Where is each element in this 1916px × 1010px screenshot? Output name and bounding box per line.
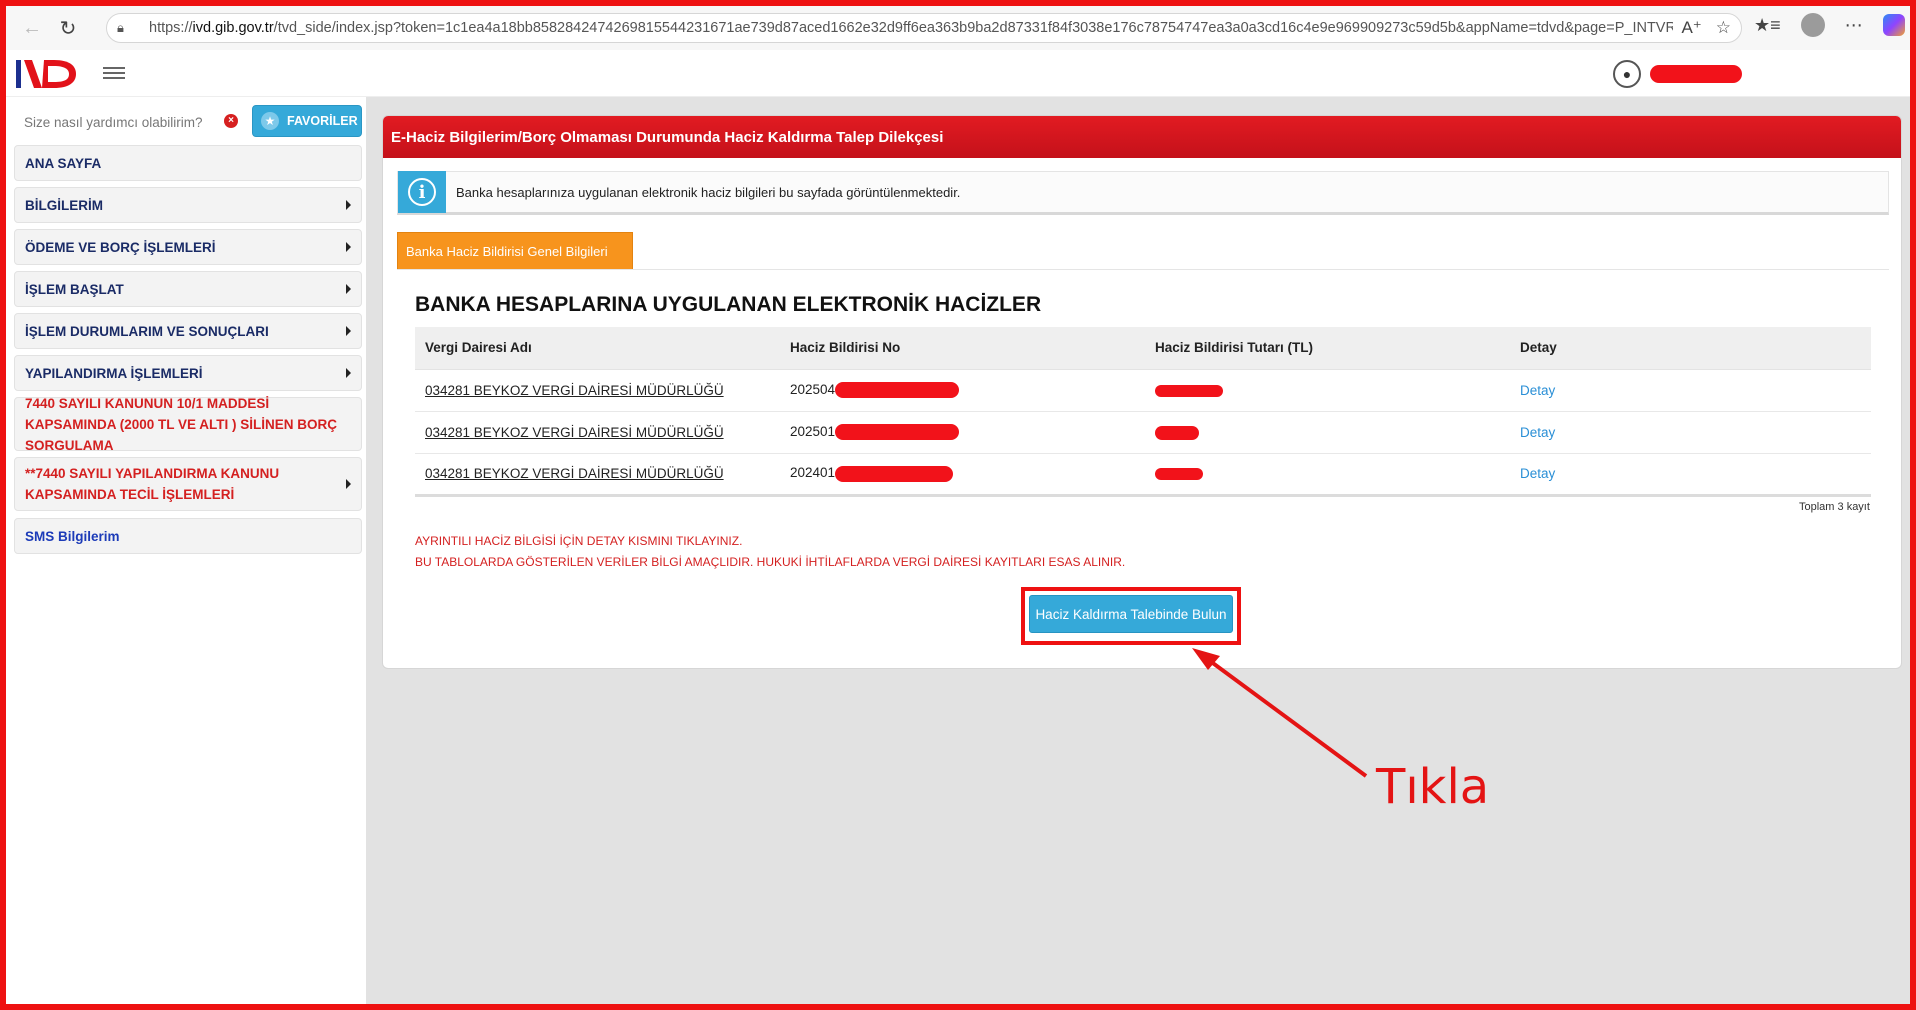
table-header-row: Vergi Dairesi Adı Haciz Bildirisi No Hac… bbox=[415, 327, 1871, 370]
notice-number-cell: 202504 bbox=[780, 369, 1145, 412]
section-title: BANKA HESAPLARINA UYGULANAN ELEKTRONİK H… bbox=[415, 293, 1042, 316]
sidebar-search: × ★ FAVORİLER bbox=[16, 105, 362, 139]
username-redacted bbox=[1650, 65, 1742, 83]
col-header-office: Vergi Dairesi Adı bbox=[415, 327, 780, 370]
app-header: ● bbox=[6, 50, 1910, 97]
favorites-label: FAVORİLER bbox=[287, 114, 358, 128]
caret-right-icon bbox=[346, 479, 351, 489]
detail-link[interactable]: Detay bbox=[1510, 453, 1871, 497]
url-prefix: https:// bbox=[149, 20, 193, 36]
content-panel: E-Haciz Bilgilerim/Borç Olmaması Durumun… bbox=[382, 115, 1902, 669]
back-icon[interactable]: ← bbox=[14, 10, 50, 46]
amount-cell bbox=[1145, 369, 1510, 412]
redacted-amount bbox=[1155, 425, 1199, 440]
col-header-amount: Haciz Bildirisi Tutarı (TL) bbox=[1145, 327, 1510, 370]
sidebar-item-home[interactable]: ANA SAYFA bbox=[14, 145, 362, 181]
profile-icon[interactable] bbox=[1800, 13, 1825, 37]
sidebar-item-label: SMS Bilgilerim bbox=[25, 528, 120, 544]
favorites-button[interactable]: ★ FAVORİLER bbox=[252, 105, 362, 137]
tab-bank-notice-general-info[interactable]: Banka Haciz Bildirisi Genel Bilgileri bbox=[397, 232, 633, 270]
notice-number-prefix: 202504 bbox=[790, 381, 836, 397]
info-text: Banka hesaplarınıza uygulanan elektronik… bbox=[456, 184, 961, 200]
info-icon: i bbox=[408, 178, 436, 206]
read-aloud-icon[interactable]: A⁺ bbox=[1681, 18, 1701, 38]
sidebar-item-start-process[interactable]: İŞLEM BAŞLAT bbox=[14, 271, 362, 307]
sidebar-item-label: YAPILANDIRMA İŞLEMLERİ bbox=[25, 365, 203, 381]
total-count: Toplam 3 kayıt bbox=[1799, 501, 1870, 513]
col-header-detail: Detay bbox=[1510, 327, 1871, 370]
redacted-number bbox=[835, 465, 954, 482]
help-search-input[interactable] bbox=[16, 107, 216, 137]
clear-search-icon[interactable]: × bbox=[224, 114, 238, 128]
sidebar-item-payment-debt[interactable]: ÖDEME VE BORÇ İŞLEMLERİ bbox=[14, 229, 362, 265]
table-row: 034281 BEYKOZ VERGİ DAİRESİ MÜDÜRLÜĞÜ 20… bbox=[415, 369, 1871, 412]
notice-number-prefix: 202501 bbox=[790, 423, 836, 439]
sidebar-item-7440-debt-query[interactable]: 7440 SAYILI KANUNUN 10/1 MADDESİ KAPSAMI… bbox=[14, 396, 362, 453]
panel-title: E-Haciz Bilgilerim/Borç Olmaması Durumun… bbox=[383, 116, 1901, 158]
sidebar-item-label: **7440 SAYILI YAPILANDIRMA KANUNU KAPSAM… bbox=[25, 466, 280, 502]
sidebar-item-label: BİLGİLERİM bbox=[25, 197, 103, 213]
caret-right-icon bbox=[346, 284, 351, 294]
caret-right-icon bbox=[346, 326, 351, 336]
main-content: E-Haciz Bilgilerim/Borç Olmaması Durumun… bbox=[366, 97, 1910, 1004]
tab-divider bbox=[397, 269, 1889, 270]
col-header-notice-no: Haciz Bildirisi No bbox=[780, 327, 1145, 370]
menu-toggle-icon[interactable] bbox=[103, 64, 125, 82]
user-icon[interactable]: ● bbox=[1613, 60, 1641, 88]
office-link[interactable]: 034281 BEYKOZ VERGİ DAİRESİ MÜDÜRLÜĞÜ bbox=[415, 453, 780, 497]
sidebar-item-my-info[interactable]: BİLGİLERİM bbox=[14, 187, 362, 223]
sidebar-item-label: ÖDEME VE BORÇ İŞLEMLERİ bbox=[25, 239, 216, 255]
annotation-label: Tıkla bbox=[1376, 759, 1490, 815]
redacted-amount bbox=[1155, 384, 1223, 397]
reload-icon[interactable]: ↻ bbox=[50, 10, 86, 46]
haciz-table: Vergi Dairesi Adı Haciz Bildirisi No Hac… bbox=[415, 327, 1871, 497]
lock-icon: 🔒︎ bbox=[117, 20, 124, 35]
favorite-star-icon[interactable]: ☆ bbox=[1716, 18, 1731, 38]
caret-right-icon bbox=[346, 368, 351, 378]
copilot-icon[interactable] bbox=[1882, 14, 1905, 36]
sidebar-item-sms[interactable]: SMS Bilgilerim bbox=[14, 518, 362, 554]
notice-number-cell: 202501 bbox=[780, 411, 1145, 454]
request-lift-seizure-button[interactable]: Haciz Kaldırma Talebinde Bulun bbox=[1029, 595, 1233, 633]
screenshot-frame: ← ↻ 🔒︎ https://ivd.gib.gov.tr/tvd_side/i… bbox=[0, 0, 1916, 1010]
info-box: i Banka hesaplarınıza uygulanan elektron… bbox=[397, 171, 1889, 215]
address-bar[interactable]: 🔒︎ https://ivd.gib.gov.tr/tvd_side/index… bbox=[106, 13, 1742, 43]
office-link[interactable]: 034281 BEYKOZ VERGİ DAİRESİ MÜDÜRLÜĞÜ bbox=[415, 411, 780, 454]
table-row: 034281 BEYKOZ VERGİ DAİRESİ MÜDÜRLÜĞÜ 20… bbox=[415, 411, 1871, 454]
redacted-amount bbox=[1155, 468, 1203, 481]
sidebar-item-label: İŞLEM DURUMLARIM VE SONUÇLARI bbox=[25, 323, 269, 339]
notice-number-prefix: 202401 bbox=[790, 465, 836, 481]
favorites-bar-icon[interactable]: ★≡ bbox=[1754, 15, 1781, 36]
warning-disclaimer: BU TABLOLARDA GÖSTERİLEN VERİLER BİLGİ A… bbox=[415, 555, 1126, 569]
sidebar-item-label: İŞLEM BAŞLAT bbox=[25, 281, 124, 297]
amount-cell bbox=[1145, 411, 1510, 454]
ivd-logo[interactable] bbox=[14, 56, 78, 92]
detail-link[interactable]: Detay bbox=[1510, 411, 1871, 454]
amount-cell bbox=[1145, 453, 1510, 497]
sidebar-item-process-status[interactable]: İŞLEM DURUMLARIM VE SONUÇLARI bbox=[14, 313, 362, 349]
warning-detail-hint: AYRINTILI HACİZ BİLGİSİ İÇİN DETAY KISMI… bbox=[415, 534, 743, 548]
sidebar-item-label: 7440 SAYILI KANUNUN 10/1 MADDESİ KAPSAMI… bbox=[25, 395, 338, 453]
redacted-number bbox=[835, 382, 960, 399]
office-link[interactable]: 034281 BEYKOZ VERGİ DAİRESİ MÜDÜRLÜĞÜ bbox=[415, 369, 780, 412]
table-row: 034281 BEYKOZ VERGİ DAİRESİ MÜDÜRLÜĞÜ 20… bbox=[415, 453, 1871, 497]
sidebar-item-7440-deferral[interactable]: **7440 SAYILI YAPILANDIRMA KANUNU KAPSAM… bbox=[14, 457, 362, 511]
notice-number-cell: 202401 bbox=[780, 453, 1145, 497]
more-options-icon[interactable]: ⋯ bbox=[1845, 15, 1863, 36]
sidebar: × ★ FAVORİLER ANA SAYFA BİLGİLERİM ÖDEME… bbox=[6, 97, 366, 1004]
url-path: /tvd_side/index.jsp?token=1c1ea4a18bb858… bbox=[273, 20, 1722, 36]
sidebar-item-label: ANA SAYFA bbox=[25, 155, 102, 171]
url-host: ivd.gib.gov.tr bbox=[192, 20, 274, 36]
star-icon: ★ bbox=[261, 112, 279, 130]
browser-toolbar: ← ↻ 🔒︎ https://ivd.gib.gov.tr/tvd_side/i… bbox=[6, 6, 1910, 50]
caret-right-icon bbox=[346, 200, 351, 210]
sidebar-item-restructuring[interactable]: YAPILANDIRMA İŞLEMLERİ bbox=[14, 355, 362, 391]
detail-link[interactable]: Detay bbox=[1510, 369, 1871, 412]
redacted-number bbox=[835, 424, 960, 441]
caret-right-icon bbox=[346, 242, 351, 252]
